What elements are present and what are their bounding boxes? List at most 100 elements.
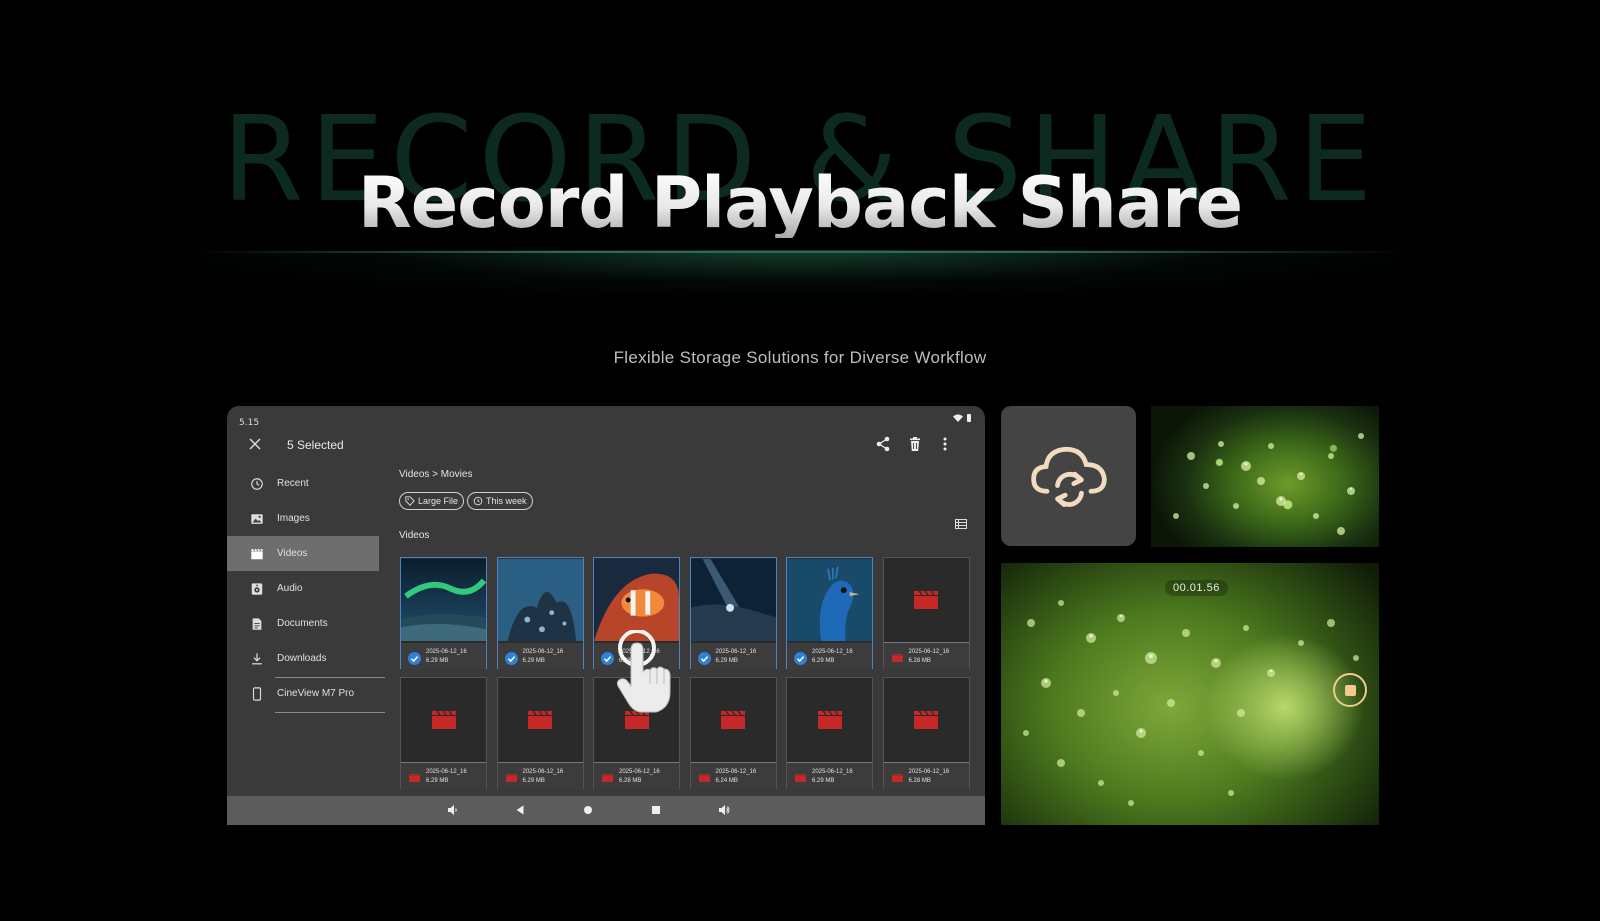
file-tile[interactable]: 2025-06-12_16 6.29 MB <box>786 557 873 669</box>
file-caption: 2025-06-12_16 6.29 MB <box>401 763 486 789</box>
sidebar-item-label: Documents <box>277 618 328 629</box>
file-date: 2025-06-12_16 <box>522 769 564 775</box>
system-navbar <box>227 796 985 825</box>
file-date: 2025-06-12_16 <box>908 769 950 775</box>
filter-chips: Large File This week <box>399 492 533 510</box>
file-caption: 2025-06-12_16 6.29 MB <box>787 643 872 669</box>
file-tile[interactable]: 2025-06-12_16 6.29 MB <box>400 677 487 789</box>
sidebar-item-recent[interactable]: Recent <box>227 466 383 501</box>
dew-drops <box>1023 600 1359 806</box>
file-tile[interactable]: 2025-06-12_16 6.29 MB <box>786 677 873 789</box>
video-file-icon <box>794 770 807 783</box>
page-title: Record Playback Share <box>0 168 1600 238</box>
image-icon <box>251 513 263 524</box>
clock-icon <box>251 477 263 490</box>
sidebar-item-label: Images <box>277 513 310 524</box>
file-size: 6.29 MB <box>812 778 835 784</box>
cloud-sync-icon <box>1030 446 1107 508</box>
title-glow <box>110 250 1490 340</box>
video-placeholder-icon <box>497 678 583 763</box>
file-size: 6.29 MB <box>522 658 545 664</box>
status-icons <box>953 414 971 422</box>
status-time: 5.15 <box>239 418 260 428</box>
file-size: 6.29 MB <box>522 778 545 784</box>
video-file-icon <box>601 770 614 783</box>
list-view-icon[interactable] <box>955 519 967 529</box>
file-caption: 2025-06-12_16 6.28 MB <box>883 763 969 789</box>
sidebar-item-label: Downloads <box>277 653 327 664</box>
file-tile[interactable]: 2025-06-12_16 6.28 MB <box>882 677 970 789</box>
file-caption: 2025-06-12_16 6.28 MB <box>594 763 679 789</box>
delete-icon[interactable] <box>907 436 923 452</box>
selected-check-icon[interactable] <box>697 650 711 665</box>
stop-icon <box>1344 684 1356 696</box>
file-caption: 2025-06-12_16 6.29 MB <box>787 763 872 789</box>
stop-recording-button[interactable] <box>1333 673 1367 707</box>
audio-icon <box>251 582 263 595</box>
sidebar-item-videos[interactable]: Videos <box>227 536 379 571</box>
file-size: 6.28 MB <box>908 658 931 664</box>
file-tile[interactable]: 2025-06-12_16 6.24 MB <box>689 677 777 789</box>
download-icon <box>252 652 262 664</box>
sidebar-item-label: Videos <box>277 548 308 559</box>
file-tile[interactable]: 2025-06-12_16 6.29 MB <box>496 557 584 669</box>
file-size: 6.29 MB <box>715 658 738 664</box>
chip-label: This week <box>486 496 527 506</box>
file-tile[interactable]: 2025-06-12_16 6.28 MB <box>882 557 970 669</box>
page-subtitle: Flexible Storage Solutions for Diverse W… <box>613 348 987 367</box>
file-tile[interactable]: 2025-06-12_16 6.29 MB <box>496 677 584 789</box>
selected-check-icon[interactable] <box>794 650 807 665</box>
moss-photo-small <box>1151 406 1379 547</box>
recording-timer: 00.01.56 <box>1165 580 1228 596</box>
tag-icon <box>405 496 415 506</box>
file-date: 2025-06-12_16 <box>715 769 757 775</box>
file-date: 2025-06-12_16 <box>426 769 467 775</box>
sidebar-item-label: CineView M7 Pro <box>277 688 355 699</box>
video-placeholder-icon <box>787 678 872 763</box>
file-date: 2025-06-12_16 <box>812 769 853 775</box>
selected-check-icon[interactable] <box>504 650 518 665</box>
moss-photo-large: 00.01.56 <box>1001 563 1379 825</box>
share-icon[interactable] <box>875 436 891 452</box>
chip-this-week[interactable]: This week <box>467 492 533 510</box>
sidebar-item-device[interactable]: CineView M7 Pro <box>227 676 383 711</box>
video-thumbnail <box>690 558 776 642</box>
clapperboard-icon <box>251 548 263 559</box>
video-thumbnail <box>401 558 486 642</box>
battery-icon <box>967 414 971 422</box>
file-caption: 2025-06-12_16 6.28 MB <box>883 643 969 669</box>
cloud-sync-card[interactable] <box>1001 406 1136 546</box>
sidebar-item-audio[interactable]: Audio <box>227 571 383 606</box>
title-glow-line <box>200 251 1400 253</box>
file-size: 6.24 MB <box>715 778 738 784</box>
file-tile[interactable]: 2025-06-12_16 6.29 MB <box>400 557 487 669</box>
video-file-icon <box>408 770 421 783</box>
chip-large-file[interactable]: Large File <box>399 492 465 510</box>
more-icon[interactable] <box>937 436 953 452</box>
video-file-icon <box>505 770 518 783</box>
sidebar-item-downloads[interactable]: Downloads <box>227 641 383 676</box>
sidebar-item-documents[interactable]: Documents <box>227 606 383 641</box>
sidebar: Recent Images Videos Audio Documents Dow… <box>227 466 385 713</box>
file-date: 2025-06-12_16 <box>522 649 564 655</box>
back-icon[interactable] <box>514 804 526 816</box>
file-size: 6.29 MB <box>812 658 835 664</box>
video-placeholder-icon <box>883 678 969 763</box>
file-tile[interactable]: 2025-06-12_16 6.29 MB <box>689 557 777 669</box>
phone-icon <box>252 686 262 701</box>
selected-check-icon[interactable] <box>408 650 421 665</box>
breadcrumb[interactable]: Videos > Movies <box>399 469 472 480</box>
close-icon[interactable] <box>247 436 263 452</box>
recents-icon[interactable] <box>650 804 662 816</box>
sidebar-item-images[interactable]: Images <box>227 501 383 536</box>
volume-down-icon[interactable] <box>447 804 459 816</box>
video-file-icon <box>891 650 904 663</box>
video-thumbnail <box>497 558 583 642</box>
home-icon[interactable] <box>582 804 594 816</box>
document-icon <box>252 617 262 630</box>
clock-icon <box>473 496 483 506</box>
file-date: 2025-06-12_16 <box>619 769 660 775</box>
section-label: Videos <box>399 530 430 541</box>
file-caption: 2025-06-12_16 6.29 MB <box>497 763 583 789</box>
volume-up-icon[interactable] <box>718 804 730 816</box>
